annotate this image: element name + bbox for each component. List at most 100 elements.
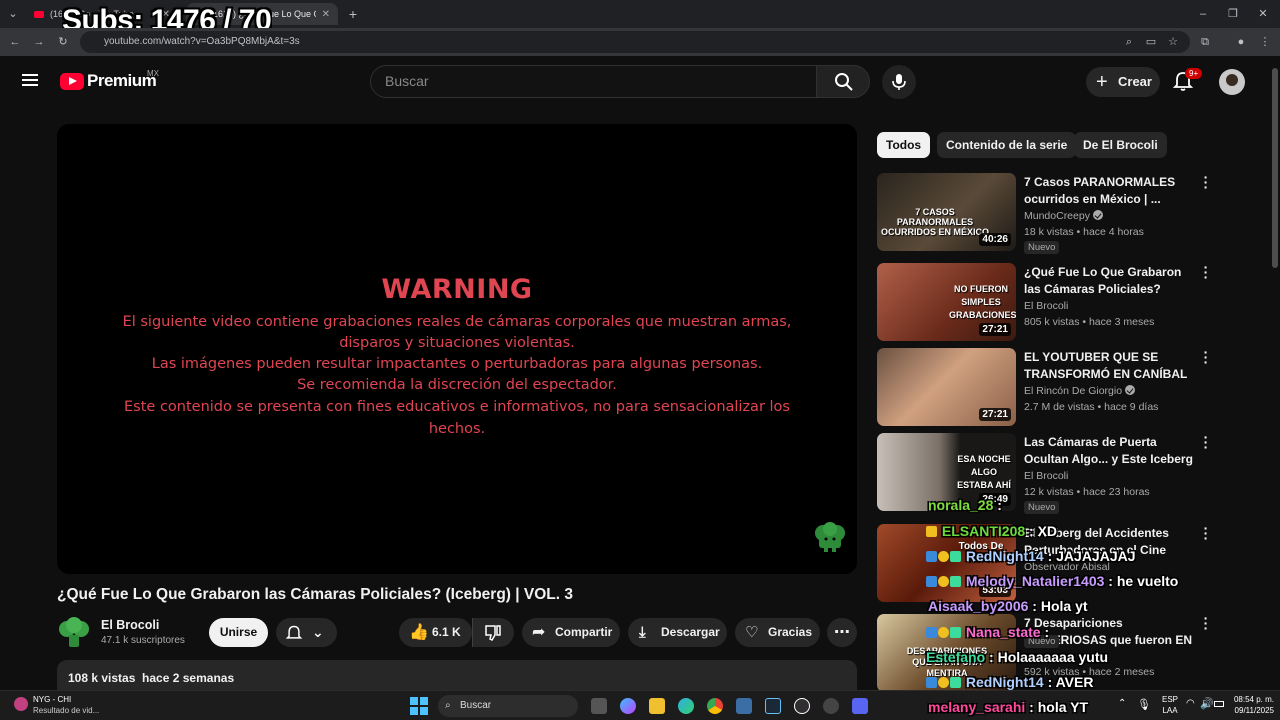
tab-list-icon[interactable]: ⌄ <box>6 7 20 21</box>
more-actions-button[interactable]: ⋯ <box>827 618 857 647</box>
chrome-icon[interactable] <box>707 698 723 714</box>
recommended-channel[interactable]: El Brocoli <box>1024 470 1068 482</box>
more-vert-icon[interactable]: · · · <box>1203 170 1209 194</box>
page-scrollbar[interactable] <box>1270 56 1280 690</box>
voice-search-button[interactable] <box>882 65 916 99</box>
verified-icon <box>1092 210 1103 220</box>
thumbs-down-icon <box>485 625 501 641</box>
chip-from-channel[interactable]: De El Brocoli <box>1074 132 1167 158</box>
edge-icon[interactable] <box>678 698 694 714</box>
share-button[interactable]: ➦ Compartir <box>522 618 620 647</box>
chip-series-content[interactable]: Contenido de la serie <box>937 132 1077 158</box>
recommended-title[interactable]: ¿Qué Fue Lo Que Grabaron las Cámaras Pol… <box>1024 264 1194 298</box>
subscribe-bell-button[interactable]: ⌄ <box>276 618 337 647</box>
weather-widget[interactable]: NYG - CHI Resultado de vid... <box>14 695 114 717</box>
plus-icon: + <box>1096 71 1108 93</box>
zoom-icon[interactable]: ⌕ <box>1122 35 1136 49</box>
chat-colon: : <box>1040 624 1050 640</box>
recommended-video[interactable]: 7 CASOS PARANORMALES OCURRIDOS EN MÉXICO… <box>877 170 1217 254</box>
channel-watermark-icon[interactable] <box>813 522 847 554</box>
more-vert-icon[interactable]: · · · <box>1203 430 1209 454</box>
youtube-logo-icon[interactable] <box>60 73 84 90</box>
warning-line: hechos. <box>428 421 486 437</box>
language-indicator[interactable]: ESP LAA <box>1160 694 1180 716</box>
channel-subscribers: 47.1 k suscriptores <box>101 635 185 646</box>
restore-icon[interactable]: ❐ <box>1226 7 1240 21</box>
close-window-icon[interactable]: ✕ <box>1256 7 1270 21</box>
search-icon: ⌕ <box>445 700 451 711</box>
youtube-favicon-icon <box>34 10 44 18</box>
video-thumbnail[interactable]: NO FUERON SIMPLES GRABACIONES 27:21 <box>877 263 1016 341</box>
start-icon-pane <box>420 697 428 705</box>
account-avatar[interactable] <box>1219 69 1245 95</box>
weather-title: NYG - CHI <box>33 695 72 704</box>
chat-text: Holaaaaaaa yutu <box>997 649 1109 665</box>
forward-icon[interactable]: → <box>32 35 46 49</box>
channel-avatar[interactable] <box>57 617 91 649</box>
video-player[interactable]: WARNING El siguiente video contiene grab… <box>57 124 857 574</box>
cast-icon[interactable]: ▭ <box>1144 35 1158 49</box>
wifi-icon[interactable]: ◠ <box>1186 698 1195 709</box>
bookmark-star-icon[interactable]: ☆ <box>1166 35 1180 49</box>
profile-icon[interactable]: ● <box>1234 35 1248 49</box>
more-vert-icon[interactable]: · · · <box>1203 611 1209 635</box>
sub-badge-icon <box>938 551 949 562</box>
recommended-video[interactable]: NO FUERON SIMPLES GRABACIONES 27:21 ¿Qué… <box>877 260 1217 343</box>
more-vert-icon[interactable]: · · · <box>1203 521 1209 545</box>
chat-user: RedNight14 <box>965 674 1044 690</box>
clock[interactable]: 08:54 p. m. 09/11/2025 <box>1222 694 1274 716</box>
volume-icon[interactable]: 🔊 <box>1200 697 1214 710</box>
create-button[interactable]: + Crear <box>1086 67 1160 97</box>
video-thumbnail[interactable]: 7 CASOS PARANORMALES OCURRIDOS EN MÉXICO… <box>877 173 1016 251</box>
channel-name[interactable]: El Brocoli <box>101 618 159 632</box>
download-button[interactable]: ⤓ Descargar <box>628 618 727 647</box>
video-thumbnail[interactable]: 27:21 <box>877 348 1016 426</box>
task-view-icon[interactable] <box>591 698 607 714</box>
thanks-label: Gracias <box>768 625 813 639</box>
recommended-video[interactable]: 27:21 EL YOUTUBER QUE SE TRANSFORMÓ EN C… <box>877 345 1217 428</box>
recommended-title[interactable]: EL YOUTUBER QUE SE TRANSFORMÓ EN CANÍBAL… <box>1024 349 1194 383</box>
recommended-channel[interactable]: El Rincón De Giorgio <box>1024 385 1136 397</box>
super-thanks-icon: ♡ <box>745 624 759 641</box>
start-button[interactable] <box>410 697 428 715</box>
search-button[interactable] <box>816 65 870 98</box>
new-tab-icon[interactable]: + <box>346 7 360 21</box>
recommended-title[interactable]: 7 Casos PARANORMALES ocurridos en México… <box>1024 174 1194 207</box>
reload-icon[interactable]: ↻ <box>56 35 70 49</box>
discord-icon[interactable] <box>852 698 868 714</box>
obs-icon[interactable] <box>794 698 810 714</box>
tray-app-icon[interactable] <box>823 698 839 714</box>
back-icon[interactable]: ← <box>8 35 22 49</box>
weather-subtitle: Resultado de vid... <box>33 706 100 715</box>
chip-todos[interactable]: Todos <box>877 132 931 158</box>
logo-text[interactable]: Premium <box>87 71 157 91</box>
channel-label: El Rincón De Giorgio <box>1024 385 1123 397</box>
tray-overflow-icon[interactable]: ⌃ <box>1118 698 1126 709</box>
more-vert-icon[interactable]: · · · <box>1203 345 1209 369</box>
copilot-icon[interactable] <box>620 698 636 714</box>
address-bar[interactable]: youtube.com/watch?v=Oa3bPQ8MbjA&t=3s <box>80 31 1190 53</box>
file-explorer-icon[interactable] <box>649 698 665 714</box>
recommended-channel[interactable]: MundoCreepy <box>1024 210 1103 222</box>
extensions-icon[interactable]: ⧉ <box>1198 35 1212 49</box>
app-icon[interactable] <box>736 698 752 714</box>
sub-badge-icon <box>938 576 949 587</box>
menu-icon[interactable]: ⋮ <box>1258 35 1272 49</box>
more-vert-icon[interactable]: · · · <box>1203 260 1209 284</box>
search-input[interactable]: Buscar <box>370 65 817 98</box>
minimize-icon[interactable]: – <box>1196 7 1210 21</box>
scrollbar-thumb[interactable] <box>1272 68 1278 268</box>
recommended-channel[interactable]: El Brocoli <box>1024 300 1068 312</box>
steam-icon[interactable] <box>765 698 781 714</box>
description-meta: 108 k vistas hace 2 semanas <box>68 671 235 685</box>
close-tab-icon[interactable]: ✕ <box>322 9 330 20</box>
dislike-button[interactable] <box>472 618 514 647</box>
thanks-button[interactable]: ♡ Gracias <box>735 618 820 647</box>
like-count: 6.1 K <box>432 625 461 639</box>
microphone-tray-icon[interactable]: 🎙 <box>1137 698 1151 711</box>
taskbar-search[interactable]: ⌕ Buscar <box>438 695 578 717</box>
join-button[interactable]: Unirse <box>209 618 268 647</box>
recommended-title[interactable]: Las Cámaras de Puerta Ocultan Algo... y … <box>1024 434 1194 468</box>
like-button[interactable]: 👍 6.1 K <box>399 618 472 647</box>
hamburger-menu-icon[interactable] <box>22 74 38 86</box>
